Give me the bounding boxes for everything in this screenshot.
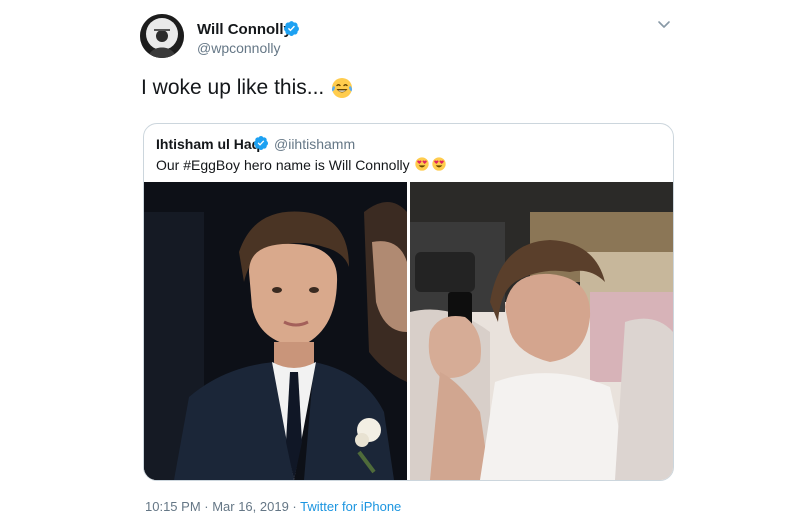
quoted-photo-camera[interactable]	[410, 182, 673, 480]
tweet-timestamp: 10:15 PM · Mar 16, 2019 · Twitter for iP…	[145, 499, 401, 514]
quoted-tweet-text: Our #EggBoy hero name is Will Connolly	[156, 157, 410, 173]
quoted-tweet[interactable]: Ihtisham ul Haq @iihtishamm Our #EggBoy …	[143, 123, 674, 481]
quoted-author-name[interactable]: Ihtisham ul Haq	[156, 136, 260, 152]
photo-camera-image	[410, 182, 673, 480]
verified-badge-icon	[284, 21, 299, 36]
quoted-photo-suit[interactable]	[144, 182, 407, 480]
quoted-author-handle[interactable]: @iihtishamm	[274, 136, 355, 152]
chevron-down-icon[interactable]	[656, 16, 672, 32]
heart-eyes-icon	[432, 157, 446, 171]
source-link[interactable]: Twitter for iPhone	[300, 499, 401, 514]
author-handle[interactable]: @wpconnolly	[197, 40, 280, 56]
heart-eyes-icon	[415, 157, 429, 171]
photo-suit-image	[144, 182, 407, 480]
tweet: Will Connolly @wpconnolly I woke up like…	[0, 0, 800, 526]
face-with-tears-of-joy-icon	[331, 78, 353, 98]
avatar[interactable]	[140, 14, 184, 58]
timestamp-text[interactable]: 10:15 PM · Mar 16, 2019 ·	[145, 499, 300, 514]
avatar-image	[140, 14, 184, 58]
author-name[interactable]: Will Connolly	[197, 21, 292, 38]
verified-badge-icon	[254, 136, 268, 150]
tweet-text: I woke up like this...	[141, 76, 325, 99]
